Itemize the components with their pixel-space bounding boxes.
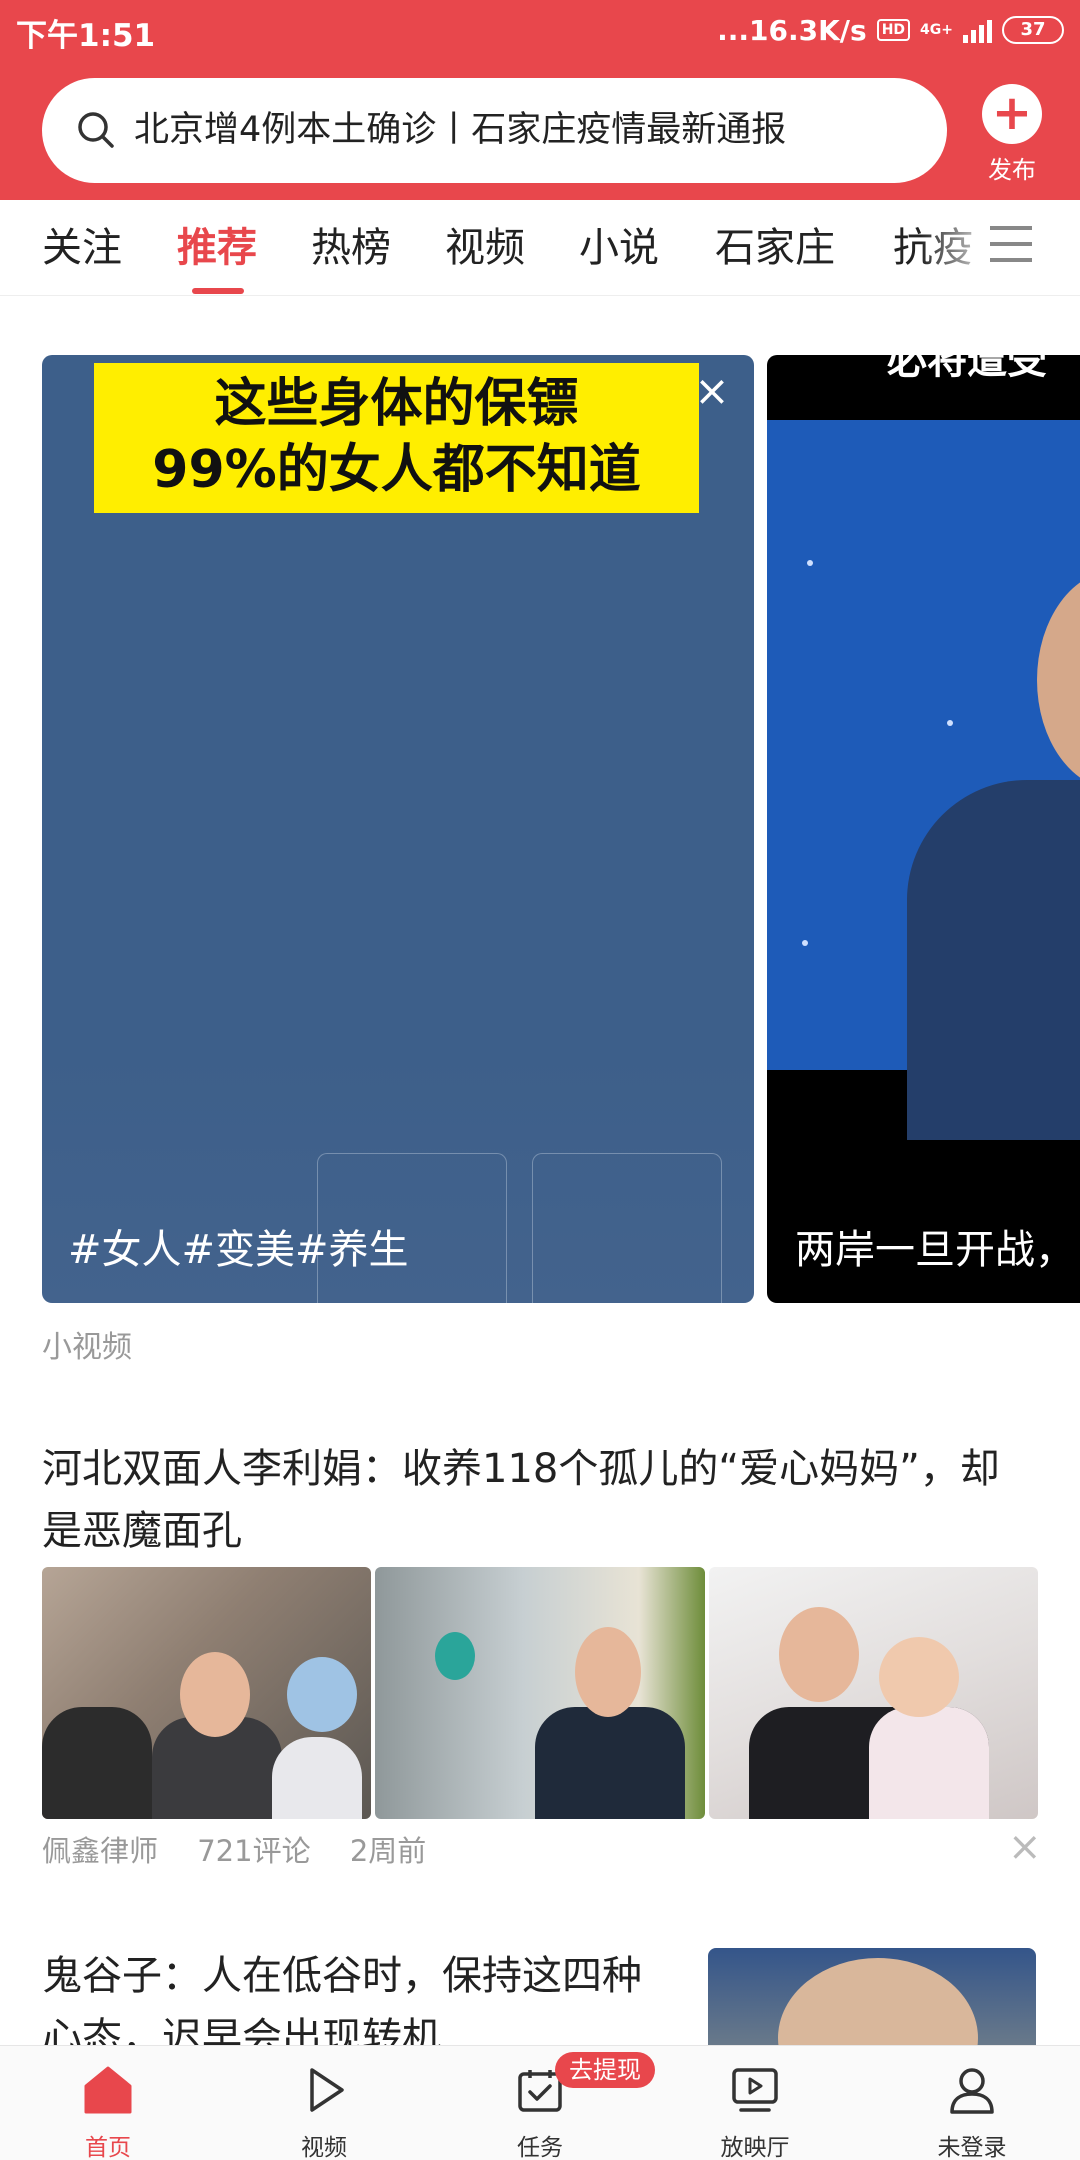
- net-speed: ...16.3K/s: [717, 13, 867, 47]
- nav-label: 放映厅: [720, 2135, 790, 2160]
- dislike-close-icon[interactable]: ×: [1008, 1827, 1042, 1867]
- nav-home[interactable]: 首页: [48, 2046, 168, 2160]
- active-tab-indicator: [192, 288, 244, 294]
- article-author[interactable]: 佩鑫律师: [42, 1834, 158, 1868]
- nav-label: 视频: [301, 2135, 347, 2160]
- tab-video[interactable]: 视频: [445, 200, 525, 295]
- article-title[interactable]: 鬼谷子：人在低谷时，保持这四种心态，迟早会出现转机: [42, 1945, 672, 2045]
- video-caption: 两岸一旦开战，: [795, 1227, 1075, 1273]
- search-icon: [78, 112, 114, 148]
- screening-icon: [732, 2068, 778, 2112]
- thumbnail-image: [42, 1567, 372, 1819]
- article-meta: 佩鑫律师 721评论 2周前: [42, 1828, 456, 1870]
- home-icon: [84, 2066, 132, 2114]
- thumbnail-image[interactable]: [708, 1948, 1036, 2048]
- person-image: [907, 780, 1080, 1140]
- user-icon: [950, 2068, 994, 2114]
- article-title[interactable]: 河北双面人李利娟：收养118个孤儿的“爱心妈妈”，却是恶魔面孔: [42, 1438, 1032, 1562]
- person-image: [778, 1958, 978, 2048]
- publish-button[interactable]: + 发布: [972, 78, 1052, 188]
- channel-tabs: 关注 推荐 热榜 视频 小说 石家庄 抗疫: [0, 200, 1080, 296]
- tab-novel[interactable]: 小说: [579, 200, 659, 295]
- tab-recommend[interactable]: 推荐: [177, 200, 257, 295]
- video-frame: [767, 420, 1080, 1140]
- video-card[interactable]: 必将遭受 两岸一旦开战，: [767, 355, 1080, 1303]
- tab-hot-list[interactable]: 热榜: [311, 200, 391, 295]
- tab-shijiazhuang[interactable]: 石家庄: [715, 200, 835, 295]
- search-suggestion: 北京增4例本土确诊丨石家庄疫情最新通报: [134, 110, 787, 150]
- menu-icon[interactable]: [990, 226, 1032, 262]
- play-icon: [310, 2068, 344, 2112]
- tab-follow[interactable]: 关注: [42, 200, 122, 295]
- signal-icon: [963, 17, 992, 43]
- video-card[interactable]: 这些身体的保镖 99%的女人都不知道 × #女人#变美#养生: [42, 355, 754, 1303]
- banner-line: 99%的女人都不知道: [152, 440, 641, 500]
- search-bar[interactable]: 北京增4例本土确诊丨石家庄疫情最新通报: [42, 78, 947, 183]
- comment-count: 721评论: [197, 1834, 311, 1868]
- nav-login[interactable]: 未登录: [912, 2046, 1032, 2160]
- video-banner: 这些身体的保镖 99%的女人都不知道: [94, 363, 699, 513]
- publish-label: 发布: [988, 156, 1036, 184]
- person-image: [1037, 570, 1080, 790]
- status-indicators: ...16.3K/s HD 4G+ 37: [717, 10, 1064, 50]
- banner-line: 这些身体的保镖: [214, 374, 579, 434]
- nav-screening-hall[interactable]: 放映厅: [695, 2046, 815, 2160]
- nav-label: 任务: [517, 2135, 563, 2160]
- plus-icon: +: [982, 84, 1042, 144]
- publish-time: 2周前: [349, 1834, 427, 1868]
- article-thumbnails[interactable]: [42, 1567, 1038, 1819]
- network-type: 4G+: [920, 22, 953, 38]
- video-caption: #女人#变美#养生: [68, 1227, 409, 1273]
- tab-fade: [920, 200, 1000, 295]
- nav-label: 未登录: [937, 2135, 1007, 2160]
- section-label[interactable]: 小视频: [42, 1322, 132, 1366]
- nav-video[interactable]: 视频: [264, 2046, 384, 2160]
- video-overlay-text: 必将遭受: [887, 355, 1047, 383]
- status-time: 下午1:51: [16, 18, 156, 54]
- close-icon[interactable]: ×: [694, 370, 730, 412]
- thumbnail-image: [375, 1567, 705, 1819]
- bottom-nav: 首页 视频 任务 放映厅 未登录: [0, 2045, 1080, 2160]
- thumbnail-image: [708, 1567, 1038, 1819]
- status-bar: 下午1:51 ...16.3K/s HD 4G+ 37: [0, 0, 1080, 60]
- battery-icon: 37: [1002, 16, 1064, 44]
- withdraw-badge[interactable]: 去提现: [555, 2052, 655, 2088]
- hd-badge: HD: [876, 19, 911, 41]
- nav-label: 首页: [85, 2135, 131, 2160]
- product-box: [532, 1153, 722, 1303]
